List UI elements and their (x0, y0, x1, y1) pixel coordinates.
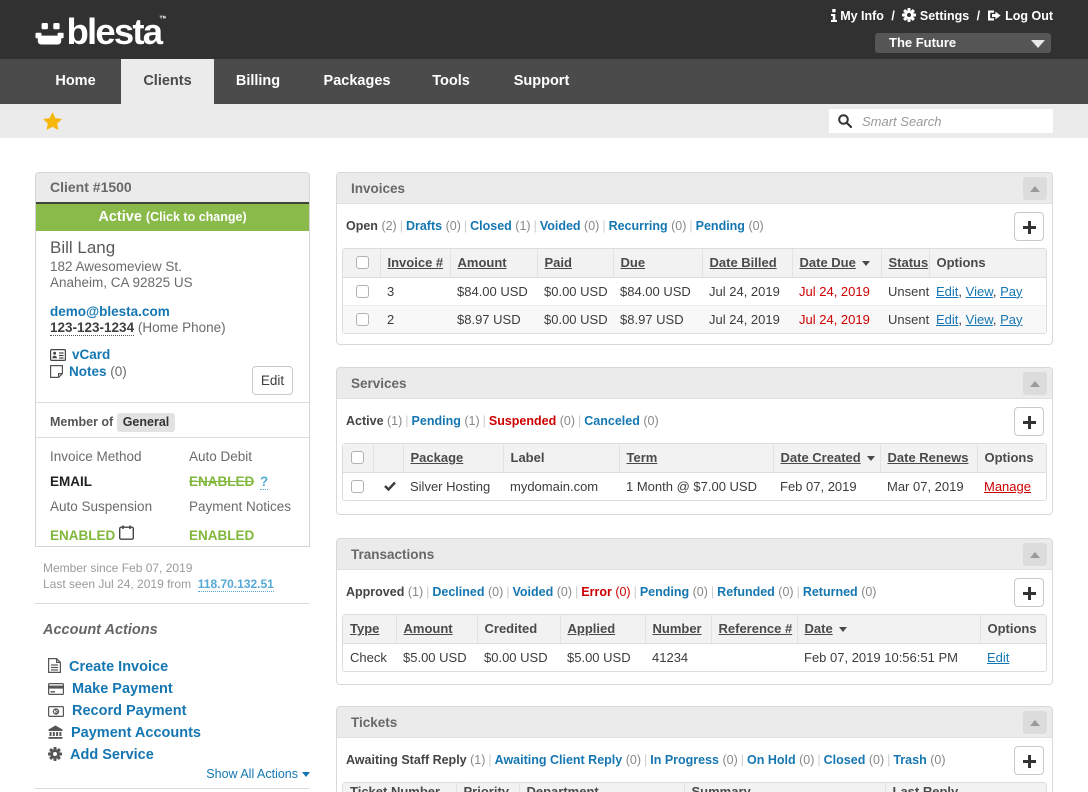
svg-text:™: ™ (159, 14, 166, 24)
svg-text:blesta: blesta (67, 11, 164, 51)
